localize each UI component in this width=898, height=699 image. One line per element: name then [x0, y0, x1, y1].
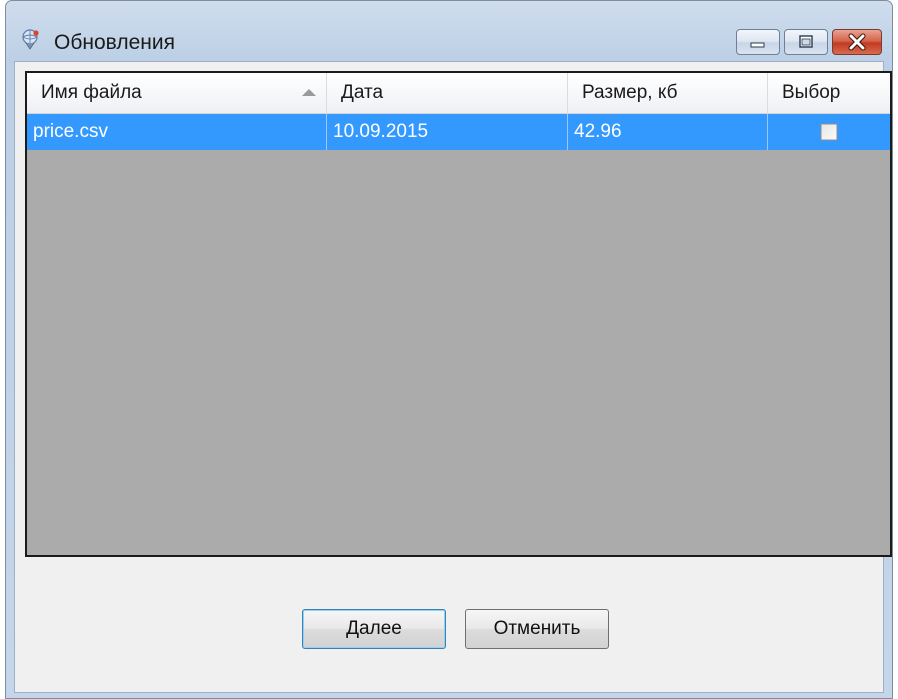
maximize-button[interactable]	[784, 29, 828, 55]
maximize-icon	[799, 35, 813, 48]
sort-ascending-icon	[302, 89, 316, 96]
column-header-date[interactable]: Дата	[327, 73, 568, 113]
close-icon	[848, 33, 866, 51]
column-header-size-label: Размер, кб	[582, 82, 678, 103]
minimize-icon	[750, 42, 765, 48]
column-header-filename-label: Имя файла	[41, 82, 142, 103]
column-header-select-label: Выбор	[782, 82, 841, 103]
grid-header: Имя файла Дата Размер, кб Выбор	[27, 73, 890, 114]
cell-select	[768, 114, 890, 150]
select-checkbox[interactable]	[820, 123, 838, 141]
update-globe-icon	[22, 29, 39, 50]
window-title: Обновления	[54, 31, 175, 54]
minimize-button[interactable]	[736, 29, 780, 55]
caption-buttons	[736, 29, 882, 55]
column-header-date-label: Дата	[341, 82, 384, 103]
column-header-filename[interactable]: Имя файла	[27, 73, 327, 113]
update-dialog-window: Обновления Имя файла Дата Размер, кб Выб…	[5, 0, 893, 699]
column-header-select[interactable]: Выбор	[768, 73, 890, 113]
next-button[interactable]: Далее	[302, 609, 446, 649]
cell-date: 10.09.2015	[327, 114, 568, 150]
files-grid[interactable]: Имя файла Дата Размер, кб Выбор price.cs…	[25, 71, 892, 557]
title-bar[interactable]: Обновления	[6, 1, 892, 61]
column-header-size[interactable]: Размер, кб	[568, 73, 768, 113]
dialog-client-area: Имя файла Дата Размер, кб Выбор price.cs…	[14, 61, 892, 693]
cell-filename: price.csv	[27, 114, 327, 150]
table-row[interactable]: price.csv 10.09.2015 42.96	[27, 114, 890, 150]
close-button[interactable]	[832, 29, 882, 55]
cancel-button[interactable]: Отменить	[465, 609, 609, 649]
cell-size: 42.96	[568, 114, 768, 150]
